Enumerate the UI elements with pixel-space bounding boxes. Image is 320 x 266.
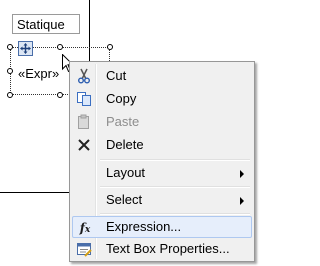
- menu-item-paste[interactable]: Paste: [72, 111, 252, 133]
- context-menu: Cut Copy Paste Delete Layout Select fx E…: [69, 61, 255, 262]
- resize-handle-bottom-left[interactable]: [7, 92, 13, 98]
- menu-item-label: Expression...: [106, 219, 182, 234]
- menu-item-label: Copy: [106, 91, 137, 106]
- menu-item-label: Select: [106, 192, 143, 207]
- menu-item-text-box-properties[interactable]: Text Box Properties...: [72, 238, 252, 260]
- menu-item-label: Cut: [106, 68, 127, 83]
- menu-item-cut[interactable]: Cut: [72, 65, 252, 87]
- menu-separator: [100, 213, 250, 215]
- menu-item-label: Delete: [106, 137, 144, 152]
- menu-item-copy[interactable]: Copy: [72, 88, 252, 110]
- paste-icon: [76, 114, 92, 130]
- static-textbox[interactable]: Statique: [12, 14, 80, 34]
- function-icon: fx: [79, 221, 91, 235]
- delete-icon: [76, 137, 92, 153]
- copy-icon: [76, 91, 92, 107]
- menu-item-label: Text Box Properties...: [106, 241, 230, 256]
- resize-handle-bottom-center[interactable]: [57, 92, 63, 98]
- properties-icon: [76, 241, 92, 257]
- move-handle-icon[interactable]: [18, 41, 33, 56]
- resize-handle-top-center[interactable]: [57, 44, 63, 50]
- submenu-arrow-icon: [240, 170, 244, 178]
- menu-item-label: Paste: [106, 114, 140, 129]
- menu-item-expression[interactable]: fx Expression...: [72, 216, 252, 238]
- menu-item-delete[interactable]: Delete: [72, 134, 252, 156]
- menu-item-label: Layout: [106, 165, 146, 180]
- resize-handle-top-left[interactable]: [7, 44, 13, 50]
- submenu-arrow-icon: [240, 197, 244, 205]
- menu-item-select[interactable]: Select: [72, 189, 252, 211]
- menu-item-layout[interactable]: Layout: [72, 162, 252, 184]
- menu-separator: [100, 159, 250, 161]
- resize-handle-top-right[interactable]: [107, 44, 113, 50]
- resize-handle-middle-left[interactable]: [7, 68, 13, 74]
- expression-placeholder: «Expr»: [18, 66, 60, 81]
- cut-icon: [76, 68, 92, 84]
- menu-separator: [100, 186, 250, 188]
